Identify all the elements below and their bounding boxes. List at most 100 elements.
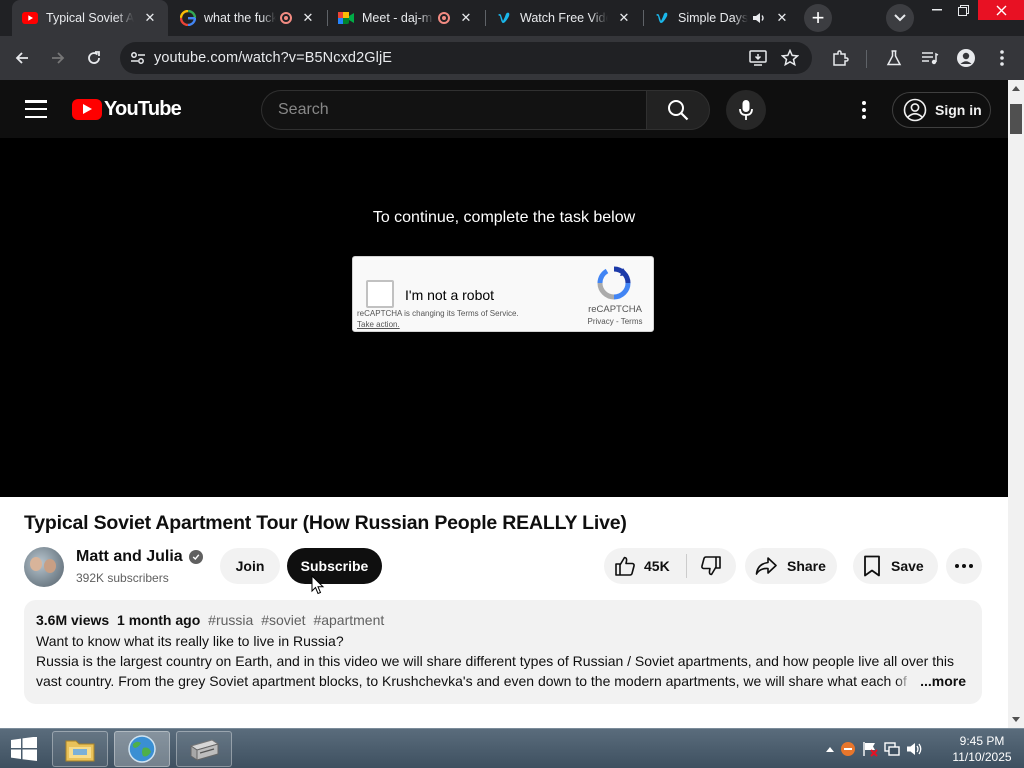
recaptcha-widget: I'm not a robot reCAPTCHA is changing it… xyxy=(352,256,654,332)
tab-google-search[interactable]: what the fuck ✕ xyxy=(170,0,326,36)
recording-icon xyxy=(280,12,292,24)
reload-button[interactable] xyxy=(82,46,106,70)
hashtag-link[interactable]: #apartment xyxy=(313,612,384,628)
join-button[interactable]: Join xyxy=(220,548,280,584)
google-icon xyxy=(180,10,196,26)
dislike-button[interactable] xyxy=(687,548,735,584)
google-meet-icon xyxy=(338,10,354,26)
sign-in-label: Sign in xyxy=(935,102,982,118)
sign-in-button[interactable]: Sign in xyxy=(892,92,991,128)
tab-title: Meet - daj-m xyxy=(362,11,433,25)
taskbar-chrome[interactable] xyxy=(114,731,170,767)
tab-youtube[interactable]: Typical Soviet Apartment Tour ✕ xyxy=(12,0,168,36)
install-app-button[interactable] xyxy=(746,46,770,70)
close-window-button[interactable] xyxy=(978,0,1024,20)
vimeo-icon xyxy=(654,10,670,26)
tab-search-button[interactable] xyxy=(886,4,914,32)
video-player: To continue, complete the task below I'm… xyxy=(0,138,1008,497)
recaptcha-privacy-terms[interactable]: Privacy - Terms xyxy=(575,317,655,326)
speaker-icon[interactable] xyxy=(752,11,766,25)
toolbar-divider xyxy=(866,50,867,68)
labs-button[interactable] xyxy=(882,46,906,70)
captcha-checkbox[interactable] xyxy=(366,280,394,308)
subscribe-button[interactable]: Subscribe xyxy=(287,548,382,584)
mouse-cursor-icon xyxy=(311,575,325,595)
channel-avatar[interactable] xyxy=(24,547,64,587)
thumbs-down-icon xyxy=(701,556,721,576)
reload-icon xyxy=(88,51,100,64)
start-button[interactable] xyxy=(8,735,40,763)
video-title: Typical Soviet Apartment Tour (How Russi… xyxy=(24,512,627,534)
volume-icon xyxy=(907,743,922,755)
bookmark-icon xyxy=(864,555,880,577)
search-input[interactable] xyxy=(278,101,618,119)
clock-date: 11/10/2025 xyxy=(952,750,1012,764)
account-circle-icon xyxy=(903,98,927,122)
tab-title: what the fuck xyxy=(204,11,276,25)
bookmark-button[interactable] xyxy=(778,46,802,70)
like-dislike-group: 45K xyxy=(604,548,736,584)
tab-title: Simple Days xyxy=(678,11,748,25)
captcha-take-action-link[interactable]: Take action. xyxy=(357,319,519,330)
youtube-logo[interactable]: YouTube xyxy=(72,98,182,120)
site-info-icon[interactable] xyxy=(124,44,152,72)
tray-expand-icon xyxy=(826,747,834,752)
captcha-prompt: To continue, complete the task below xyxy=(372,209,636,226)
forward-button[interactable] xyxy=(46,46,70,70)
voice-search-button[interactable] xyxy=(726,90,766,130)
taskbar-file-explorer[interactable] xyxy=(52,731,108,767)
puzzle-icon xyxy=(833,50,849,66)
recording-icon xyxy=(438,12,450,24)
settings-more-icon[interactable] xyxy=(852,98,876,122)
search-icon xyxy=(668,100,689,121)
chrome-menu-button[interactable] xyxy=(990,46,1014,70)
save-button[interactable]: Save xyxy=(853,548,938,584)
like-button[interactable]: 45K xyxy=(604,548,686,584)
extensions-button[interactable] xyxy=(828,46,852,70)
windows-logo-icon xyxy=(11,737,37,761)
verified-icon xyxy=(188,550,203,564)
flask-icon xyxy=(886,50,902,66)
arrow-right-icon xyxy=(52,52,65,64)
channel-name[interactable]: Matt and Julia xyxy=(76,548,183,566)
windows-taskbar: 9:45 PM 11/10/2025 xyxy=(0,728,1024,768)
media-controls-button[interactable] xyxy=(918,46,942,70)
show-more-button[interactable]: ...more xyxy=(896,673,966,689)
more-actions-button[interactable] xyxy=(946,548,982,584)
scrollbar-thumb[interactable] xyxy=(1010,104,1022,134)
tab-google-meet[interactable]: Meet - daj-m ✕ xyxy=(328,0,484,36)
recaptcha-logo-icon xyxy=(597,266,631,300)
youtube-masthead: YouTube Sign in xyxy=(0,80,1008,138)
scanner-icon xyxy=(189,739,220,761)
description-box[interactable]: 3.6M views 1 month ago #russia #soviet #… xyxy=(24,600,982,704)
search-button[interactable] xyxy=(646,90,710,130)
back-button[interactable] xyxy=(10,46,34,70)
new-tab-button[interactable]: + xyxy=(804,4,832,32)
page-scrollbar[interactable] xyxy=(1008,80,1024,728)
share-button[interactable]: Share xyxy=(745,548,837,584)
tab-simple-days[interactable]: Simple Days ✕ xyxy=(644,0,800,36)
menu-icon[interactable] xyxy=(22,97,50,121)
tab-title: Watch Free Videos xyxy=(520,11,608,25)
taskbar-clock[interactable]: 9:45 PM 11/10/2025 xyxy=(944,733,1020,765)
tab-close-icon[interactable]: ✕ xyxy=(458,10,474,26)
playlist-music-icon xyxy=(922,52,939,65)
tab-close-icon[interactable]: ✕ xyxy=(142,10,158,26)
scroll-up-icon[interactable] xyxy=(1012,86,1020,91)
tab-watch-free-videos[interactable]: Watch Free Videos ✕ xyxy=(486,0,642,36)
restore-button[interactable] xyxy=(948,0,978,20)
browser-toolbar: youtube.com/watch?v=B5Ncxd2GljE xyxy=(0,36,1024,80)
tab-close-icon[interactable]: ✕ xyxy=(774,10,790,26)
star-icon xyxy=(781,49,799,67)
hashtag-link[interactable]: #soviet xyxy=(261,612,305,628)
share-label: Share xyxy=(787,558,826,574)
subscriber-count: 392K subscribers xyxy=(76,571,169,585)
tab-close-icon[interactable]: ✕ xyxy=(300,10,316,26)
taskbar-scanner-app[interactable] xyxy=(176,731,232,767)
scroll-down-icon[interactable] xyxy=(1012,717,1020,722)
address-bar[interactable]: youtube.com/watch?v=B5Ncxd2GljE xyxy=(120,42,812,74)
hashtag-link[interactable]: #russia xyxy=(208,612,253,628)
tab-close-icon[interactable]: ✕ xyxy=(616,10,632,26)
url-text: youtube.com/watch?v=B5Ncxd2GljE xyxy=(154,50,393,66)
profile-button[interactable] xyxy=(954,46,978,70)
